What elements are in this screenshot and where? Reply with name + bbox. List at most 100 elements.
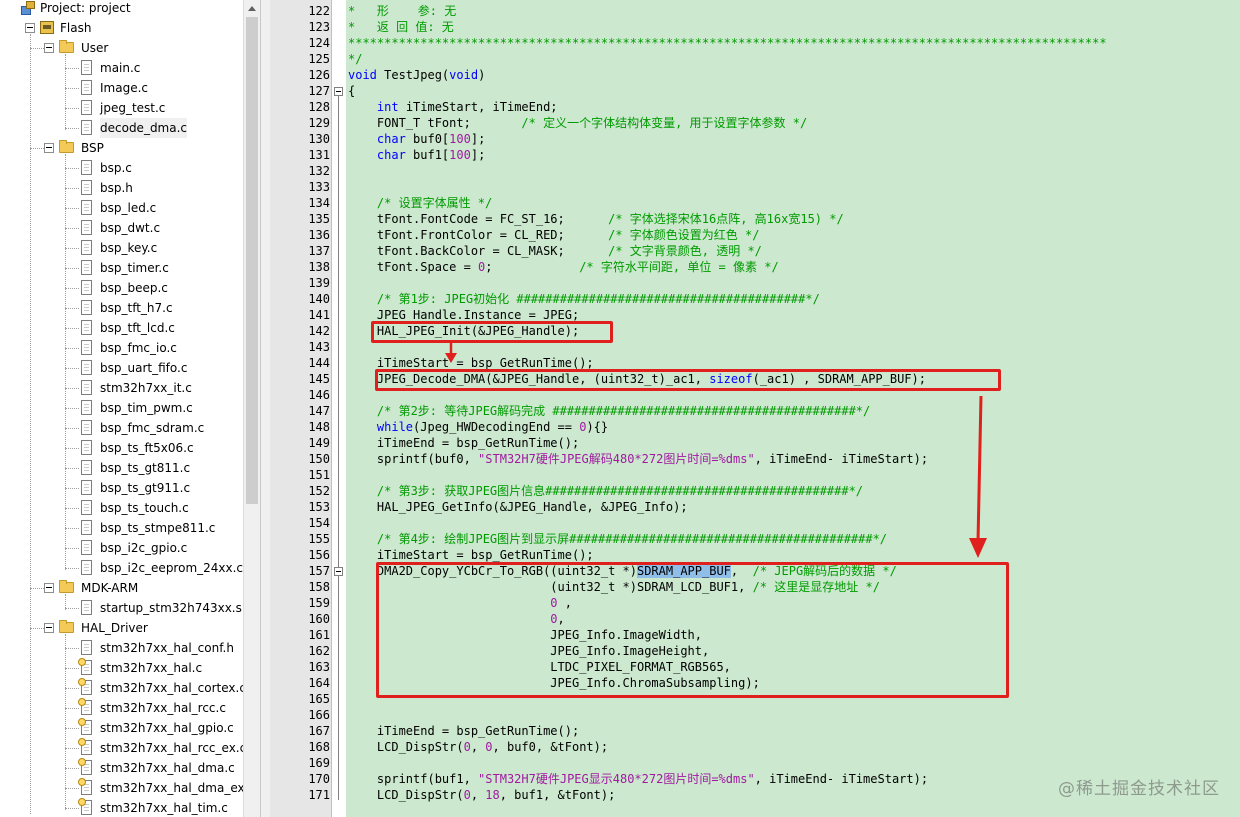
tree-guide-line xyxy=(65,488,79,489)
annotation-box-dma2d-copy xyxy=(376,562,1009,698)
tree-group-label: HAL_Driver xyxy=(81,621,148,635)
code-comment: /* 字体颜色设置为红色 */ xyxy=(608,228,760,242)
line-number: 126 xyxy=(308,68,330,82)
line-number: 161 xyxy=(308,628,330,642)
file-icon xyxy=(81,540,92,555)
tree-guide-line xyxy=(65,508,79,509)
tree-guide-line xyxy=(65,528,79,529)
code-line[interactable]: iTimeEnd = bsp_GetRunTime(); xyxy=(348,723,579,739)
line-number: 128 xyxy=(308,100,330,114)
code-line[interactable]: void TestJpeg(void) xyxy=(348,67,485,83)
code-line[interactable]: char buf1[100]; xyxy=(348,147,485,163)
code-line[interactable]: */ xyxy=(348,51,362,67)
tree-group-label: User xyxy=(81,41,109,55)
code-line[interactable]: sprintf(buf0, "STM32H7硬件JPEG解码480*272图片时… xyxy=(348,451,928,467)
collapse-icon[interactable] xyxy=(44,43,54,53)
code-line[interactable]: ****************************************… xyxy=(348,35,1107,51)
line-number: 165 xyxy=(308,692,330,706)
code-line[interactable]: int iTimeStart, iTimeEnd; xyxy=(348,99,558,115)
collapse-icon[interactable] xyxy=(44,583,54,593)
tree-guide-line xyxy=(65,348,79,349)
code-keyword: while xyxy=(376,420,414,434)
code-line[interactable]: * 形 参: 无 xyxy=(348,3,456,19)
code-number: 0 xyxy=(485,740,493,754)
tree-guide-line xyxy=(30,148,44,149)
code-line[interactable]: LCD_DispStr(0, 0, buf0, &tFont); xyxy=(348,739,608,755)
code-comment: /* 第2步: 等待JPEG解码完成 #####################… xyxy=(376,404,871,418)
tree-guide-line xyxy=(65,188,79,189)
fold-range-line xyxy=(338,96,339,800)
code-line[interactable]: * 返 回 值: 无 xyxy=(348,19,454,35)
fold-toggle-icon[interactable] xyxy=(334,87,343,96)
collapse-icon[interactable] xyxy=(44,623,54,633)
line-number: 136 xyxy=(308,228,330,242)
code-line[interactable]: sprintf(buf1, "STM32H7硬件JPEG显示480*272图片时… xyxy=(348,771,928,787)
code-line[interactable]: /* 第4步: 绘制JPEG图片到显示屏####################… xyxy=(348,531,887,547)
file-icon xyxy=(81,80,92,95)
panel-splitter[interactable] xyxy=(260,0,270,817)
folder-icon xyxy=(59,40,74,53)
code-line[interactable]: tFont.BackColor = CL_MASK; /* 文字背景颜色, 透明… xyxy=(348,243,762,259)
code-line[interactable]: LCD_DispStr(0, 18, buf1, &tFont); xyxy=(348,787,615,803)
code-line[interactable]: FONT_T tFont; /* 定义一个字体结构体变量, 用于设置字体参数 *… xyxy=(348,115,807,131)
tree-file-label: stm32h7xx_hal_rcc.c xyxy=(100,701,226,715)
tree-file-label: startup_stm32h743xx.s xyxy=(100,601,242,615)
line-number: 147 xyxy=(308,404,330,418)
line-number: 152 xyxy=(308,484,330,498)
code-text: , buf1, &tFont); xyxy=(499,788,616,802)
file-icon xyxy=(81,400,92,415)
code-line[interactable]: HAL_JPEG_GetInfo(&JPEG_Handle, &JPEG_Inf… xyxy=(348,499,688,515)
code-line[interactable]: while(Jpeg_HWDecodingEnd == 0){} xyxy=(348,419,608,435)
tree-file-label: bsp_tft_lcd.c xyxy=(100,321,175,335)
code-text: HAL_JPEG_GetInfo(&JPEG_Handle, &JPEG_Inf… xyxy=(348,500,688,514)
project-tree-scrollbar[interactable] xyxy=(243,0,260,817)
code-line[interactable]: /* 第3步: 获取JPEG图片信息######################… xyxy=(348,483,863,499)
code-line[interactable]: /* 设置字体属性 */ xyxy=(348,195,492,211)
code-line[interactable]: tFont.FrontColor = CL_RED; /* 字体颜色设置为红色 … xyxy=(348,227,760,243)
tree-guide-line xyxy=(65,468,79,469)
code-text: buf1[ xyxy=(405,148,450,162)
tree-file-label: bsp_led.c xyxy=(100,201,157,215)
line-number: 132 xyxy=(308,164,330,178)
code-line[interactable]: { xyxy=(348,83,355,99)
line-number: 134 xyxy=(308,196,330,210)
code-line[interactable]: /* 第2步: 等待JPEG解码完成 #####################… xyxy=(348,403,870,419)
collapse-icon[interactable] xyxy=(44,143,54,153)
code-line[interactable]: char buf0[100]; xyxy=(348,131,485,147)
file-icon xyxy=(81,340,92,355)
tree-group-label: BSP xyxy=(81,141,104,155)
tree-guide-line xyxy=(65,228,79,229)
collapse-icon[interactable] xyxy=(25,23,35,33)
file-icon xyxy=(81,520,92,535)
code-line[interactable]: iTimeStart = bsp_GetRunTime(); xyxy=(348,547,594,563)
tree-file-label: jpeg_test.c xyxy=(100,101,166,115)
code-text: ]; xyxy=(470,148,486,162)
code-line[interactable]: tFont.FontCode = FC_ST_16; /* 字体选择宋体16点阵… xyxy=(348,211,844,227)
tree-file-label: Image.c xyxy=(100,81,148,95)
tree-guide-line xyxy=(65,728,79,729)
line-number: 160 xyxy=(308,612,330,626)
tree-guide-line xyxy=(65,808,79,809)
line-number: 144 xyxy=(308,356,330,370)
file-icon xyxy=(81,160,92,175)
file-icon xyxy=(81,600,92,615)
file-icon xyxy=(81,560,92,575)
scroll-up-arrow-icon[interactable] xyxy=(244,0,260,17)
tree-guide-line xyxy=(65,608,79,609)
line-number: 157 xyxy=(308,564,330,578)
code-comment: */ xyxy=(348,52,363,66)
scrollbar-thumb[interactable] xyxy=(246,17,258,504)
fold-toggle-icon[interactable] xyxy=(334,567,343,576)
line-number: 146 xyxy=(308,388,330,402)
code-comment: ****************************************… xyxy=(348,36,1107,50)
code-line[interactable]: iTimeEnd = bsp_GetRunTime(); xyxy=(348,435,579,451)
code-line[interactable]: /* 第1步: JPEG初始化 ########################… xyxy=(348,291,820,307)
code-text: (Jpeg_HWDecodingEnd == xyxy=(413,420,580,434)
fold-range-line xyxy=(338,576,339,688)
line-number: 131 xyxy=(308,148,330,162)
line-number: 170 xyxy=(308,772,330,786)
code-line[interactable]: tFont.Space = 0; /* 字符水平间距, 单位 = 像素 */ xyxy=(348,259,779,275)
code-text: , buf0, &tFont); xyxy=(492,740,609,754)
